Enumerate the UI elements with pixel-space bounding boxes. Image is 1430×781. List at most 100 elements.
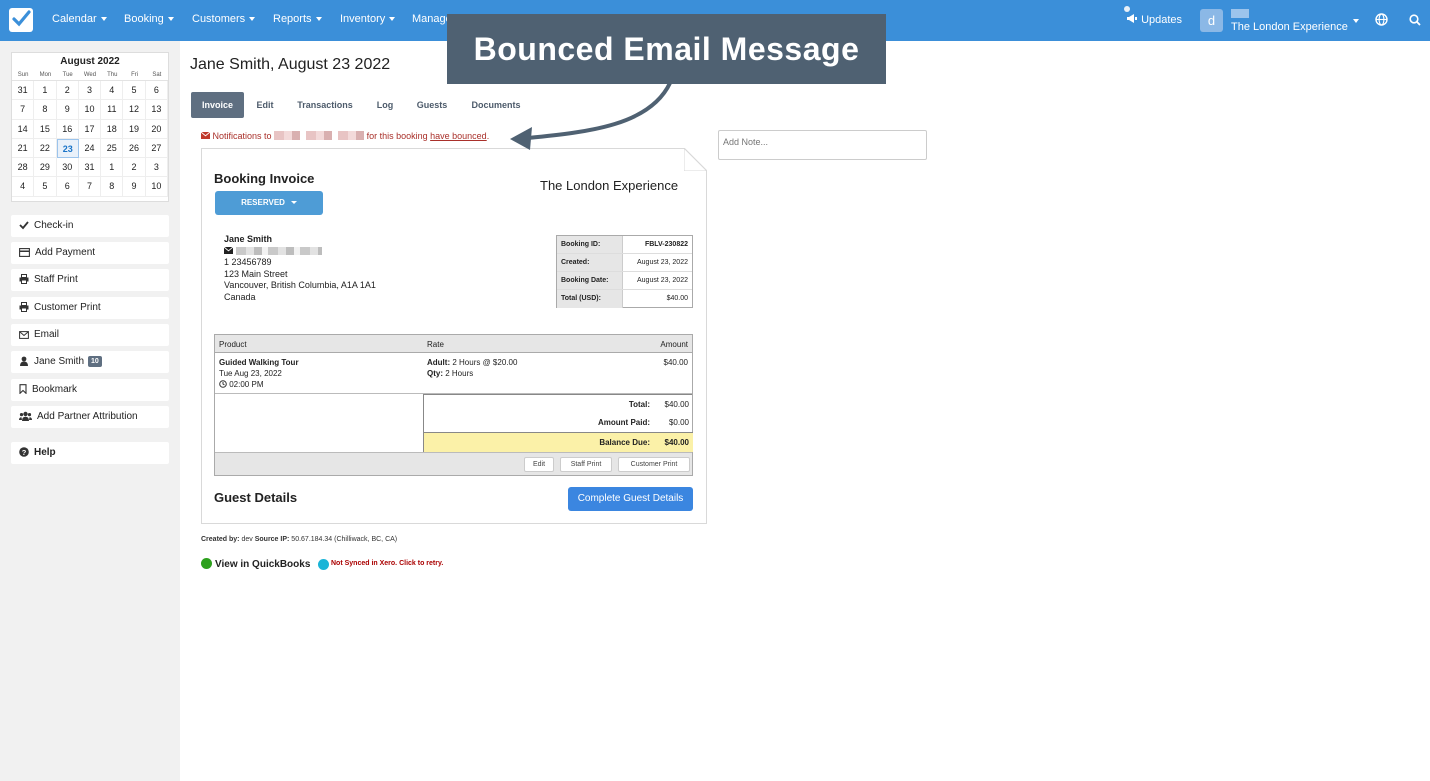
paid-label: Amount Paid: bbox=[598, 418, 650, 427]
calendar-day[interactable]: 30 bbox=[56, 158, 79, 178]
column-amount: Amount bbox=[660, 340, 688, 349]
calendar-day[interactable]: 29 bbox=[34, 158, 57, 178]
nav-label: Booking bbox=[124, 13, 164, 25]
calendar-day[interactable]: 17 bbox=[78, 119, 102, 139]
calendar-day[interactable]: 2 bbox=[56, 81, 79, 101]
complete-guest-details-button[interactable]: Complete Guest Details bbox=[568, 487, 693, 511]
nav-label: Calendar bbox=[52, 13, 97, 25]
have-bounced-link[interactable]: have bounced bbox=[430, 131, 487, 141]
item-product: Guided Walking Tour bbox=[219, 358, 299, 367]
calendar-day[interactable]: 31 bbox=[12, 81, 35, 101]
calendar-day[interactable]: 8 bbox=[34, 100, 57, 120]
calendar-day[interactable]: 4 bbox=[12, 177, 35, 197]
calendar-day[interactable]: 1 bbox=[101, 158, 124, 178]
button-label: Customer Print bbox=[34, 302, 101, 313]
calendar-day[interactable]: 22 bbox=[34, 138, 57, 159]
users-icon bbox=[19, 411, 32, 421]
tab-edit[interactable]: Edit bbox=[251, 92, 279, 118]
add-partner-attribution-button[interactable]: Add Partner Attribution bbox=[11, 406, 169, 428]
calendar-day[interactable]: 27 bbox=[145, 138, 168, 159]
calendar-day[interactable]: 3 bbox=[145, 158, 168, 178]
customer-print-invoice-button[interactable]: Customer Print bbox=[618, 457, 690, 472]
calendar-day[interactable]: 6 bbox=[56, 177, 79, 197]
avatar[interactable]: d bbox=[1200, 9, 1223, 32]
staff-print-invoice-button[interactable]: Staff Print bbox=[560, 457, 612, 472]
tab-log[interactable]: Log bbox=[370, 92, 400, 118]
add-note-field[interactable] bbox=[718, 130, 927, 160]
customer-country: Canada bbox=[224, 292, 256, 302]
column-product: Product bbox=[219, 340, 247, 349]
calendar-day[interactable]: 11 bbox=[101, 100, 124, 120]
calendar-day[interactable]: 31 bbox=[78, 158, 102, 178]
calendar-day[interactable]: 5 bbox=[123, 81, 146, 101]
redacted-email bbox=[274, 131, 365, 140]
button-label: Jane Smith bbox=[34, 356, 85, 367]
staff-print-button[interactable]: Staff Print bbox=[11, 269, 169, 291]
calendar-day[interactable]: 5 bbox=[34, 177, 57, 197]
rate-label: Adult: bbox=[427, 358, 451, 367]
calendar-day[interactable]: 10 bbox=[78, 100, 102, 120]
caret-down-icon bbox=[249, 17, 256, 22]
bookmark-button[interactable]: Bookmark bbox=[11, 379, 169, 401]
calendar-day[interactable]: 19 bbox=[123, 119, 146, 139]
calendar-day[interactable]: 7 bbox=[78, 177, 102, 197]
customer-print-button[interactable]: Customer Print bbox=[11, 297, 169, 319]
calendar-day[interactable]: 6 bbox=[145, 81, 168, 101]
calendar-day[interactable]: 25 bbox=[101, 138, 124, 159]
calendar-day[interactable]: 18 bbox=[101, 119, 124, 139]
info-value: FBLV-230822 bbox=[644, 241, 688, 248]
calendar-day[interactable]: 2 bbox=[123, 158, 146, 178]
nav-calendar[interactable]: Calendar bbox=[52, 13, 107, 25]
search-icon[interactable] bbox=[1409, 13, 1421, 31]
qty-label: Qty: bbox=[427, 369, 443, 378]
calendar-day[interactable]: 20 bbox=[145, 119, 168, 139]
xero-retry-link[interactable]: Not Synced in Xero. Click to retry. bbox=[331, 560, 443, 567]
created-by-info: Created by: dev Source IP: 50.67.184.34 … bbox=[201, 536, 397, 543]
booking-status-dropdown[interactable]: RESERVED bbox=[215, 191, 323, 215]
nav-customers[interactable]: Customers bbox=[192, 13, 256, 25]
tab-invoice[interactable]: Invoice bbox=[191, 92, 244, 118]
table-header: Product Rate Amount bbox=[215, 335, 692, 353]
updates-button[interactable]: Updates bbox=[1126, 13, 1182, 26]
calendar-day[interactable]: 3 bbox=[78, 81, 102, 101]
calendar-day[interactable]: 15 bbox=[34, 119, 57, 139]
calendar-day[interactable]: 9 bbox=[123, 177, 146, 197]
calendar-day[interactable]: 13 bbox=[145, 100, 168, 120]
add-payment-button[interactable]: Add Payment bbox=[11, 242, 169, 264]
nav-booking[interactable]: Booking bbox=[124, 13, 174, 25]
notification-dot-icon bbox=[1124, 6, 1130, 12]
nav-reports[interactable]: Reports bbox=[273, 13, 322, 25]
tab-guests[interactable]: Guests bbox=[411, 92, 453, 118]
button-label: Email bbox=[34, 329, 60, 340]
calendar-day[interactable]: 10 bbox=[145, 177, 168, 197]
calendar-day[interactable]: 9 bbox=[56, 100, 79, 120]
calendar-day[interactable]: 16 bbox=[56, 119, 79, 139]
view-in-quickbooks-link[interactable]: View in QuickBooks bbox=[201, 558, 310, 570]
calendar-month-title[interactable]: August 2022 bbox=[12, 56, 168, 70]
calendar-day[interactable]: 24 bbox=[78, 138, 102, 159]
nav-inventory[interactable]: Inventory bbox=[340, 13, 396, 25]
customer-profile-button[interactable]: Jane Smith 10 bbox=[11, 351, 169, 373]
checkmark-logo-icon[interactable] bbox=[9, 8, 33, 32]
nav-label: Reports bbox=[273, 13, 312, 25]
calendar-day[interactable]: 23 bbox=[56, 138, 79, 159]
calendar-day[interactable]: 1 bbox=[34, 81, 57, 101]
info-value: August 23, 2022 bbox=[637, 277, 688, 284]
help-button[interactable]: ? Help bbox=[11, 442, 169, 464]
edit-invoice-button[interactable]: Edit bbox=[524, 457, 554, 472]
calendar-day[interactable]: 7 bbox=[12, 100, 35, 120]
calendar-day[interactable]: 21 bbox=[12, 138, 35, 159]
calendar-day[interactable]: 26 bbox=[123, 138, 146, 159]
tab-transactions[interactable]: Transactions bbox=[291, 92, 359, 118]
account-caret-icon[interactable] bbox=[1353, 19, 1359, 23]
calendar-day[interactable]: 8 bbox=[101, 177, 124, 197]
globe-icon[interactable] bbox=[1375, 13, 1388, 31]
calendar-day[interactable]: 4 bbox=[101, 81, 124, 101]
calendar-day[interactable]: 28 bbox=[12, 158, 35, 178]
calendar-day[interactable]: 12 bbox=[123, 100, 146, 120]
calendar-day[interactable]: 14 bbox=[12, 119, 35, 139]
email-button[interactable]: Email bbox=[11, 324, 169, 346]
account-name[interactable]: The London Experience bbox=[1231, 21, 1348, 33]
check-icon bbox=[19, 221, 29, 230]
check-in-button[interactable]: Check-in bbox=[11, 215, 169, 237]
